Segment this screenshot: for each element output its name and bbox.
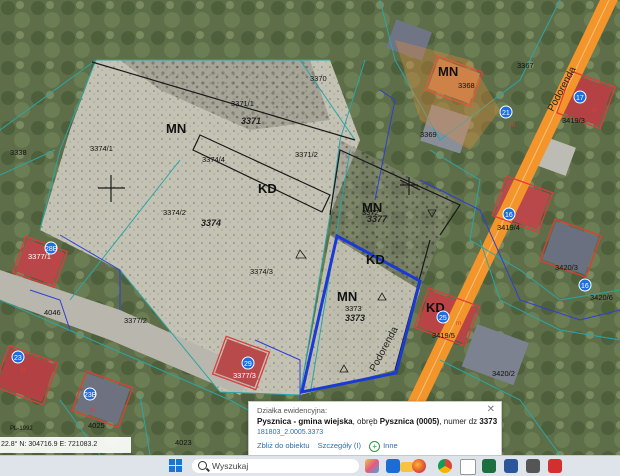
svg-text:m: m [592,107,597,114]
search-icon [198,461,207,470]
svg-text:m: m [232,367,237,374]
parcel-label: 3420/3 [555,263,578,272]
svg-text:16: 16 [581,283,589,290]
svg-text:29: 29 [244,361,252,368]
photo-app-icon[interactable] [365,459,379,473]
svg-text:23B: 23B [84,392,97,399]
parcel-label: 4025 [88,421,105,430]
svg-text:21: 21 [502,110,510,117]
parcel-label: 3338 [10,148,27,157]
svg-text:m: m [522,217,527,224]
zone-label: MN [438,64,458,79]
plan-number: 3371 [241,116,261,126]
other-link[interactable]: Inne [383,441,398,450]
map-view[interactable]: 3370 3371/1 3371/2 3374/1 3374/2 3374/3 … [0,0,620,455]
popup-title: Działka ewidencyjna: [257,406,328,415]
parcel-label: 3419/5 [432,331,455,340]
taskbar-search[interactable]: Wyszukaj [192,459,359,473]
map-canvas[interactable]: 3370 3371/1 3371/2 3374/1 3374/2 3374/3 … [0,0,620,455]
parcel-label: 3367 [517,61,534,70]
parcel-label: 3374/4 [202,155,225,164]
parcel-label: 3368 [458,81,475,90]
parcel-label: 3374/2 [163,208,186,217]
house-badge[interactable]: 16 [578,278,592,292]
parcel-id: 181803_2.0005.3373 [257,429,324,436]
parcel-label: 3420/6 [590,293,613,302]
plus-icon[interactable]: + [369,441,381,452]
svg-text:16: 16 [505,212,513,219]
excel-icon[interactable] [482,459,496,473]
outlook-icon[interactable] [386,459,400,473]
zone-label: MN [362,200,382,215]
coordinate-system-label: PL-1992 [10,426,33,432]
plan-number: 3374 [201,218,221,228]
zoom-to-object-link[interactable]: Zbliż do obiektu [257,441,310,450]
acrobat-icon[interactable] [548,459,562,473]
chrome-icon[interactable] [438,459,452,473]
parcel-label: 3419/4 [497,223,520,232]
svg-text:m: m [52,259,57,266]
parcel-label: 3373 [345,304,362,313]
popup-actions: Zbliż do obiektu Szczegóły (I) + Inne [257,441,404,452]
parcel-label: 3369 [420,130,437,139]
firefox-icon[interactable] [412,459,426,473]
parcel-label: 3420/2 [492,369,515,378]
zone-label: KD [258,181,277,196]
terminal-icon[interactable] [526,459,540,473]
parcel-label: 4046 [44,308,61,317]
svg-text:m: m [90,407,95,414]
taskbar: Wyszukaj [0,455,620,476]
parcel-label: 3370 [310,74,327,83]
parcel-label: 3374/3 [250,267,273,276]
svg-text:25: 25 [439,315,447,322]
word-icon[interactable] [504,459,518,473]
plan-number: 3377 [367,214,388,224]
document-icon[interactable] [460,459,476,475]
parcel-label: 3371/2 [295,150,318,159]
parcel-label: 3371/1 [231,99,254,108]
parcel-info-popup[interactable]: Działka ewidencyjna: ✕ Pysznica - gmina … [248,401,502,457]
coordinate-readout: 22.8° N: 304716.9 E: 721083.2 [0,437,131,453]
start-icon[interactable] [169,459,183,473]
parcel-label: 4023 [175,438,192,447]
svg-text:m: m [456,320,461,327]
zone-label: MN [337,289,357,304]
parcel-label: 3419/3 [562,116,585,125]
parcel-description: Pysznica - gmina wiejska, obręb Pysznica… [257,417,498,426]
svg-text:m: m [20,367,25,374]
details-link[interactable]: Szczegóły (I) [318,441,361,450]
plan-number: 3373 [345,313,365,323]
zone-label: MN [166,121,186,136]
svg-text:23: 23 [14,355,22,362]
svg-text:28B: 28B [45,246,58,253]
parcel-label: 3374/1 [90,144,113,153]
zone-label: KD [366,252,385,267]
svg-text:m: m [510,122,515,129]
close-icon[interactable]: ✕ [487,404,495,415]
svg-text:17: 17 [576,95,584,102]
parcel-label: 3377/2 [124,316,147,325]
